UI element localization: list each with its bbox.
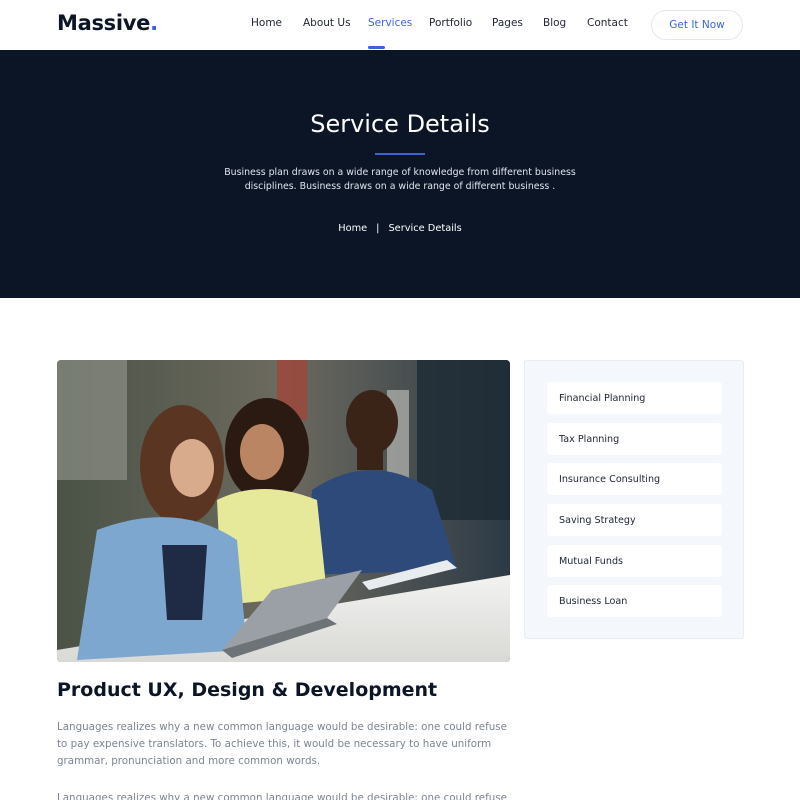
breadcrumb-current: Service Details: [388, 223, 462, 234]
service-paragraph: Languages realizes why a new common lang…: [57, 721, 507, 767]
hero-description-line-1: Business plan draws on a wide range of k…: [224, 167, 576, 178]
nav-about-us[interactable]: About Us: [303, 17, 351, 29]
nav-services[interactable]: Services: [368, 17, 412, 29]
sidebar-item-business-loan[interactable]: Business Loan: [547, 585, 722, 617]
nav-pages[interactable]: Pages: [492, 17, 523, 29]
breadcrumb-home[interactable]: Home: [338, 223, 367, 234]
page-hero: Service Details Business plan draws on a…: [0, 50, 800, 298]
sidebar-item-saving-strategy[interactable]: Saving Strategy: [547, 504, 722, 536]
page-title: Service Details: [310, 110, 490, 138]
service-image: [57, 360, 510, 662]
services-sidebar: Financial Planning Tax Planning Insuranc…: [524, 360, 744, 639]
service-paragraph: Languages realizes why a new common lang…: [57, 792, 507, 800]
sidebar-item-tax-planning[interactable]: Tax Planning: [547, 423, 722, 455]
nav-home[interactable]: Home: [251, 17, 282, 29]
sidebar-item-insurance-consulting[interactable]: Insurance Consulting: [547, 463, 722, 495]
breadcrumb: Home | Service Details: [0, 223, 800, 234]
sidebar-item-financial-planning[interactable]: Financial Planning: [547, 382, 722, 414]
hero-description-line-2: disciplines. Business draws on a wide ra…: [244, 180, 556, 192]
nav-portfolio[interactable]: Portfolio: [429, 17, 472, 29]
nav-contact[interactable]: Contact: [587, 17, 628, 29]
site-header: Massive. Home About Us Services Portfoli…: [0, 0, 800, 50]
title-divider: [375, 153, 425, 155]
service-title: Product UX, Design & Development: [57, 679, 438, 701]
hero-description: Business plan draws on a wide range of k…: [220, 166, 580, 193]
nav-blog[interactable]: Blog: [543, 17, 566, 29]
office-photo-illustration: [57, 360, 510, 662]
get-it-now-button[interactable]: Get It Now: [651, 10, 743, 40]
active-nav-indicator: [368, 46, 385, 49]
breadcrumb-separator: |: [376, 223, 380, 234]
sidebar-item-mutual-funds[interactable]: Mutual Funds: [547, 545, 722, 577]
